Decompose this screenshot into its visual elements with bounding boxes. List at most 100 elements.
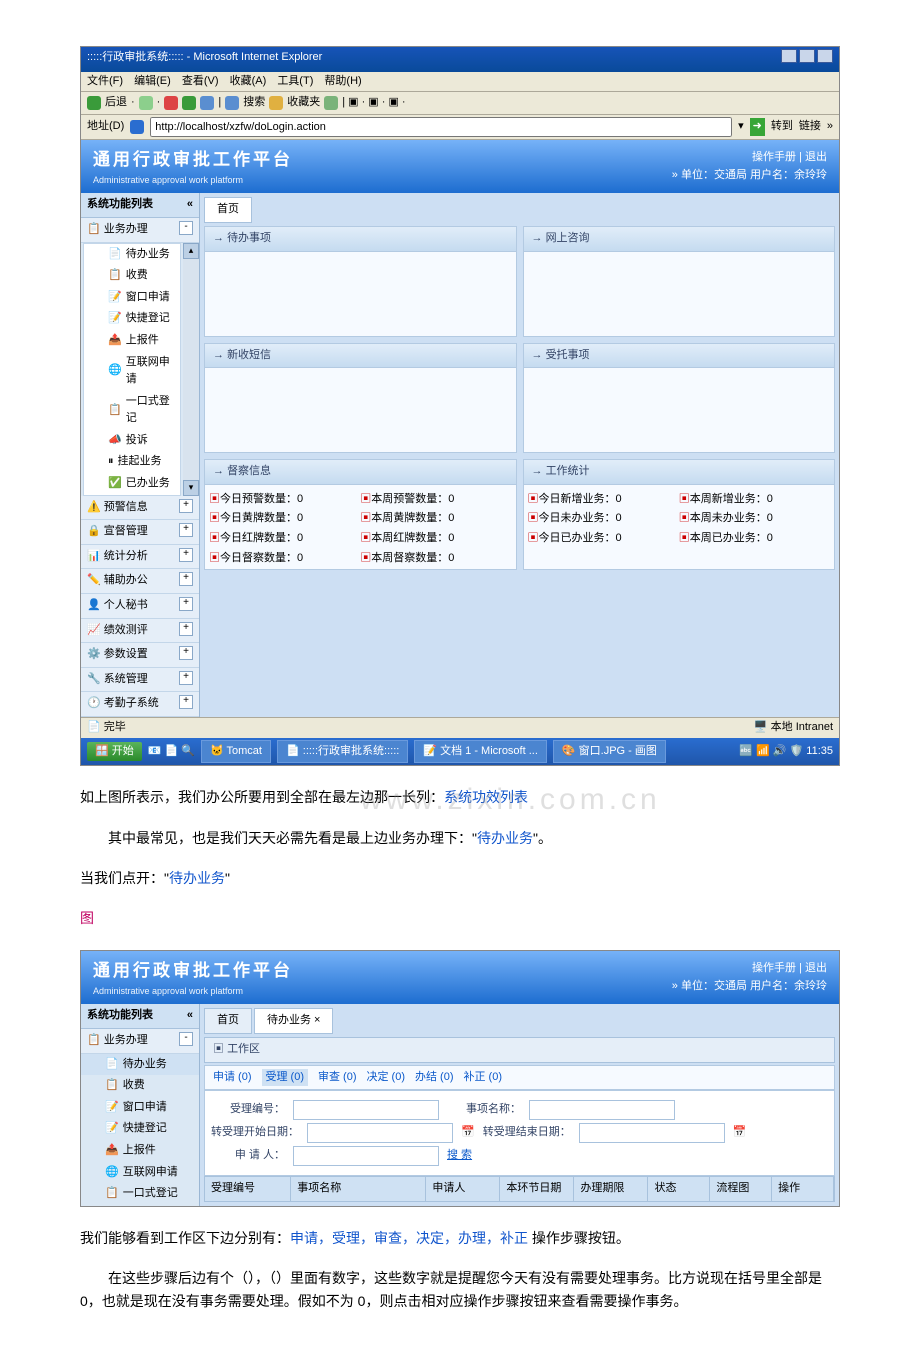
favorites-button[interactable]: 收藏夹: [287, 94, 320, 112]
sidebar-item-quick-2[interactable]: 📝 快捷登记: [81, 1118, 199, 1140]
sidebar-item-report-2[interactable]: 📤 上报件: [81, 1140, 199, 1162]
links-label[interactable]: 链接: [799, 118, 821, 136]
star-icon[interactable]: [269, 96, 283, 110]
tab-todo[interactable]: 待办业务 ×: [254, 1008, 333, 1034]
cat-alarm[interactable]: ⚠️ 预警信息+: [81, 496, 199, 521]
step-review[interactable]: 审查 (0): [318, 1069, 357, 1087]
cat-business[interactable]: 📋 业务办理-: [81, 218, 199, 243]
sidebar-item-window[interactable]: 📝 窗口申请: [84, 287, 180, 309]
address-label: 地址(D): [87, 118, 124, 136]
max-icon[interactable]: [799, 49, 815, 63]
sidebar-item-one[interactable]: 📋 一口式登记: [84, 391, 180, 430]
menu-file[interactable]: 文件(F): [87, 75, 123, 87]
search-icon[interactable]: [225, 96, 239, 110]
calendar-icon-2[interactable]: 📅: [733, 1124, 747, 1142]
doc-p2: 其中最常见，也是我们天天必需先看是最上边业务办理下："待办业务"。: [80, 827, 840, 849]
home-icon[interactable]: [200, 96, 214, 110]
start-button[interactable]: 🪟 开始: [87, 742, 142, 762]
cat-business-2[interactable]: 📋 业务办理-: [81, 1029, 199, 1054]
menu-edit[interactable]: 编辑(E): [134, 75, 171, 87]
url-input[interactable]: [150, 117, 732, 137]
menu-tools[interactable]: 工具(T): [277, 75, 313, 87]
cat-supervise[interactable]: 🔒 宣督管理+: [81, 520, 199, 545]
user-info-2: » 单位：交通局 用户名：余玲玲: [672, 978, 827, 996]
sidebar-item-one-2[interactable]: 📋 一口式登记: [81, 1183, 199, 1205]
min-icon[interactable]: [781, 49, 797, 63]
task-ie[interactable]: 📄 :::::行政审批系统:::::: [277, 740, 408, 764]
header-links[interactable]: 操作手册 | 退出: [672, 149, 827, 167]
sidebar-item-hold[interactable]: ⏸ 挂起业务: [84, 451, 180, 473]
task-word[interactable]: 📝 文档 1 - Microsoft ...: [414, 740, 547, 764]
panel-inspect-body: ▣今日预警数量：0▣本周预警数量：0 ▣今日黄牌数量：0▣本周黄牌数量：0 ▣今…: [205, 485, 516, 569]
sidebar-item-quick[interactable]: 📝 快捷登记: [84, 308, 180, 330]
search-button[interactable]: 搜索: [243, 94, 265, 112]
search-button[interactable]: 搜 索: [447, 1147, 472, 1165]
panel-trust-body: [524, 368, 835, 452]
doc-p3: 当我们点开："待办业务": [80, 867, 840, 889]
fwd-icon[interactable]: [139, 96, 153, 110]
sidebar-item-fee[interactable]: 📋 收费: [84, 265, 180, 287]
step-decide[interactable]: 决定 (0): [367, 1069, 406, 1087]
panel-consult-hdr: → 网上咨询: [524, 227, 835, 252]
window-buttons: [779, 49, 833, 70]
collapse-icon[interactable]: «: [187, 196, 193, 214]
sidebar-title-2: 系统功能列表: [87, 1007, 153, 1025]
dropdown-icon[interactable]: ▾: [738, 118, 744, 136]
task-tomcat[interactable]: 🐱 Tomcat: [201, 740, 271, 764]
input-sq[interactable]: [293, 1146, 439, 1166]
menu-fav[interactable]: 收藏(A): [230, 75, 267, 87]
doc-pic-label: 图: [80, 907, 840, 929]
sidebar-item-web[interactable]: 🌐 互联网申请: [84, 352, 180, 391]
sidebar-item-todo-2[interactable]: 📄 待办业务: [81, 1054, 199, 1076]
stop-icon[interactable]: [164, 96, 178, 110]
sidebar-item-window-2[interactable]: 📝 窗口申请: [81, 1097, 199, 1119]
sidebar-item-web-2[interactable]: 🌐 互联网申请: [81, 1162, 199, 1184]
input-mc[interactable]: [529, 1100, 675, 1120]
back-icon[interactable]: [87, 96, 101, 110]
app-title: 通用行政审批工作平台: [93, 150, 293, 169]
back-button[interactable]: 后退: [105, 94, 127, 112]
input-js[interactable]: [579, 1123, 725, 1143]
sidebar-2: 系统功能列表 « 📋 业务办理- 📄 待办业务 📋 收费 📝 窗口申请 📝 快捷登…: [81, 1004, 200, 1205]
go-button[interactable]: ➜: [750, 118, 765, 136]
header-links-2[interactable]: 操作手册 | 退出: [672, 960, 827, 978]
collapse-icon-2[interactable]: «: [187, 1007, 193, 1025]
menu-help[interactable]: 帮助(H): [324, 75, 361, 87]
sidebar-item-fee-2[interactable]: 📋 收费: [81, 1075, 199, 1097]
cat-params[interactable]: ⚙️ 参数设置+: [81, 643, 199, 668]
lbl-js: 转受理结束日期：: [483, 1124, 571, 1142]
step-apply[interactable]: 申请 (0): [213, 1069, 252, 1087]
sidebar-item-done[interactable]: ✅ 已办业务: [84, 473, 180, 495]
menubar: 文件(F) 编辑(E) 查看(V) 收藏(A) 工具(T) 帮助(H): [81, 72, 839, 93]
history-icon[interactable]: [324, 96, 338, 110]
sidebar-item-complaint[interactable]: 📣 投诉: [84, 430, 180, 452]
cat-stats[interactable]: 📊 统计分析+: [81, 545, 199, 570]
cat-perf[interactable]: 📈 绩效测评+: [81, 619, 199, 644]
scrollbar[interactable]: ▴▾: [183, 243, 199, 496]
tray-icons[interactable]: 🔤 📶 🔊 🛡️: [739, 743, 803, 761]
input-bh[interactable]: [293, 1100, 439, 1120]
step-finish[interactable]: 办结 (0): [415, 1069, 454, 1087]
tab-home[interactable]: 首页: [204, 197, 252, 223]
cat-system[interactable]: 🔧 系统管理+: [81, 668, 199, 693]
go-label[interactable]: 转到: [771, 118, 793, 136]
close-icon[interactable]: [817, 49, 833, 63]
input-ks[interactable]: [307, 1123, 453, 1143]
tab-home-2[interactable]: 首页: [204, 1008, 252, 1034]
calendar-icon[interactable]: 📅: [461, 1124, 475, 1142]
cat-attend[interactable]: 🕐 考勤子系统+: [81, 692, 199, 717]
cat-assist[interactable]: ✏️ 辅助办公+: [81, 569, 199, 594]
sidebar-item-todo[interactable]: 📄 待办业务: [84, 244, 180, 266]
quicklaunch-icon[interactable]: 📧 📄 🔍: [148, 743, 195, 761]
step-accept[interactable]: 受理 (0): [262, 1069, 309, 1087]
sidebar-item-report[interactable]: 📤 上报件: [84, 330, 180, 352]
tray: 🔤 📶 🔊 🛡️ 11:35: [739, 743, 833, 761]
cat-personal[interactable]: 👤 个人秘书+: [81, 594, 199, 619]
task-paint[interactable]: 🎨 窗口.JPG - 画图: [553, 740, 666, 764]
step-correct[interactable]: 补正 (0): [464, 1069, 503, 1087]
refresh-icon[interactable]: [182, 96, 196, 110]
toolbar: 后退 · · | 搜索 收藏夹 | ▣ · ▣ · ▣ ·: [81, 92, 839, 115]
menu-view[interactable]: 查看(V): [182, 75, 219, 87]
ie-icon: [130, 120, 144, 134]
addressbar: 地址(D) ▾ ➜ 转到 链接 »: [81, 115, 839, 140]
